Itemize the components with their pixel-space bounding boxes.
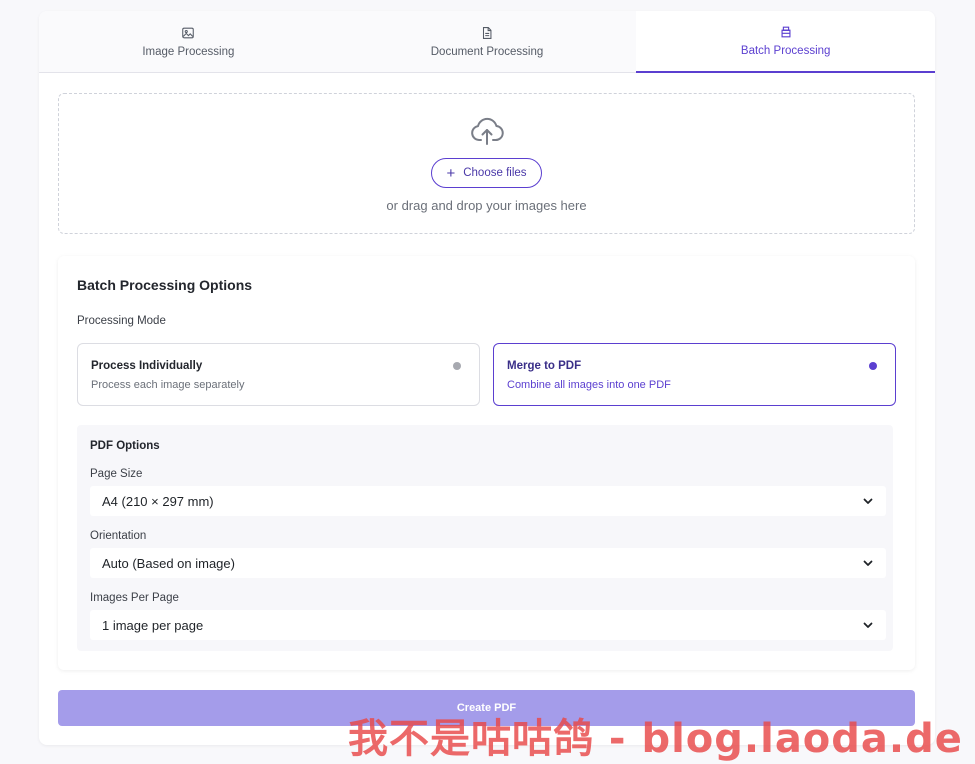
plus-icon: + [446,164,456,182]
orientation-value: Auto (Based on image) [102,555,235,571]
pdf-options-panel: PDF Options Page Size A4 (210 × 297 mm) … [77,425,893,651]
images-per-page-value: 1 image per page [102,617,204,633]
radio-dot-selected [869,362,877,370]
mode-process-individually[interactable]: Process Individually Process each image … [77,343,480,406]
mode-description: Combine all images into one PDF [507,379,671,391]
images-per-page-select[interactable]: 1 image per page [90,610,886,640]
chevron-down-icon [863,622,873,628]
chevron-down-icon [863,560,873,566]
choose-files-button[interactable]: + Choose files [431,158,542,188]
images-per-page-label: Images Per Page [90,592,179,604]
chevron-down-icon [863,498,873,504]
tab-batch-processing[interactable]: Batch Processing [636,11,935,73]
choose-files-label: Choose files [463,167,527,179]
mode-description: Process each image separately [91,379,245,391]
orientation-label: Orientation [90,530,147,542]
mode-merge-to-pdf[interactable]: Merge to PDF Combine all images into one… [493,343,896,406]
tab-bar: Image Processing Document Processing Bat… [39,11,935,73]
pdf-options-title: PDF Options [90,440,160,452]
tab-label: Batch Processing [740,45,831,57]
layers-icon [781,26,791,38]
tab-label: Image Processing [142,45,235,58]
page-size-select[interactable]: A4 (210 × 297 mm) [90,486,886,516]
orientation-select[interactable]: Auto (Based on image) [90,548,886,578]
tab-label: Document Processing [430,45,544,58]
radio-dot [453,362,461,370]
image-icon [182,27,195,38]
main-card: Image Processing Document Processing Bat… [39,11,935,745]
tab-image-processing[interactable]: Image Processing [39,11,338,72]
processing-mode-label: Processing Mode [77,315,166,327]
page-size-value: A4 (210 × 297 mm) [102,493,214,509]
file-dropzone[interactable]: + Choose files or drag and drop your ima… [58,93,915,234]
mode-title: Process Individually [91,360,203,372]
watermark: 我不是咕咕鸽 - blog.laoda.de [348,716,963,762]
mode-title: Merge to PDF [507,360,582,372]
options-title: Batch Processing Options [77,277,253,293]
tab-document-processing[interactable]: Document Processing [338,11,637,72]
document-icon [482,26,492,39]
drop-hint: or drag and drop your images here [386,198,587,213]
page-size-label: Page Size [90,468,143,480]
batch-options-panel: Batch Processing Options Processing Mode… [58,256,915,670]
cloud-upload-icon [470,117,504,145]
